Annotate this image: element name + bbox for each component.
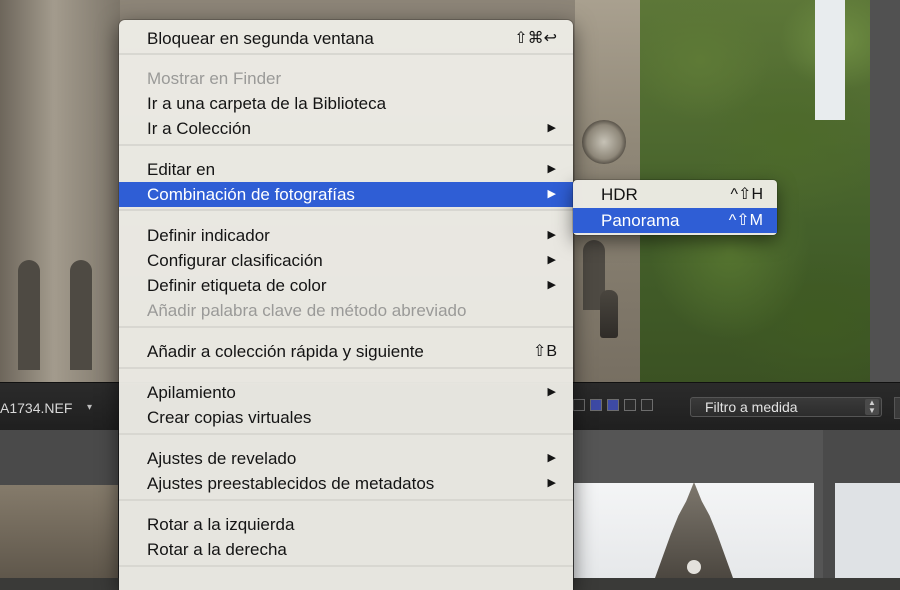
submenu-item-shortcut: ^⇧M — [728, 212, 763, 229]
submenu-item-label: Panorama — [601, 211, 680, 230]
submenu-arrow-icon: ▶ — [547, 279, 556, 291]
menu-item-label: Añadir palabra clave de método abreviado — [147, 301, 467, 320]
color-filter-swatch-blue[interactable] — [590, 399, 602, 411]
submenu-arrow-icon: ▶ — [547, 122, 556, 134]
color-filter-swatch[interactable] — [573, 399, 585, 411]
submenu-arrow-icon: ▶ — [547, 163, 556, 175]
statue — [600, 290, 618, 338]
menu-item-label: Rotar a la derecha — [147, 540, 287, 559]
sky — [815, 0, 845, 120]
menu-item-label: Ir a Colección — [147, 119, 251, 138]
menu-item-label: Añadir a colección rápida y siguiente — [147, 342, 424, 361]
photo-merge-submenu: HDR ^⇧H Panorama ^⇧M — [573, 180, 777, 235]
menu-item-edit-in[interactable]: Editar en ▶ — [119, 157, 573, 182]
chevron-down-icon[interactable]: ▾ — [87, 402, 92, 413]
filmstrip-thumbnail[interactable] — [835, 483, 900, 578]
menu-item-label: Rotar a la izquierda — [147, 515, 295, 534]
clock-face — [687, 560, 701, 574]
menu-separator — [119, 565, 573, 567]
menu-item-go-to-library-folder[interactable]: Ir a una carpeta de la Biblioteca — [119, 91, 573, 116]
menu-item-label: Configurar clasificación — [147, 251, 323, 270]
menu-item-set-color-label[interactable]: Definir etiqueta de color ▶ — [119, 273, 573, 298]
menu-item-lock-second-window[interactable]: Bloquear en segunda ventana ⇧⌘↩ — [119, 26, 573, 51]
menu-item-label: Definir indicador — [147, 226, 270, 245]
submenu-arrow-icon: ▶ — [547, 254, 556, 266]
menu-item-add-to-quick-collection-next[interactable]: Añadir a colección rápida y siguiente ⇧B — [119, 339, 573, 364]
submenu-item-hdr[interactable]: HDR ^⇧H — [573, 182, 777, 207]
submenu-arrow-icon: ▶ — [547, 229, 556, 241]
menu-item-shortcut: ⇧B — [532, 343, 557, 360]
menu-separator — [119, 433, 573, 435]
window-arch — [18, 260, 40, 370]
menu-item-label: Ajustes preestablecidos de metadatos — [147, 474, 435, 493]
submenu-item-shortcut: ^⇧H — [730, 186, 763, 203]
filmstrip-cell[interactable] — [0, 430, 119, 578]
filter-select-label: Filtro a medida — [705, 399, 798, 415]
panel-edge — [870, 0, 900, 382]
filename-label[interactable]: A1734.NEF — [0, 400, 72, 416]
menu-item-label: Combinación de fotografías — [147, 185, 355, 204]
color-filter-swatch[interactable] — [624, 399, 636, 411]
menu-item-label: Mostrar en Finder — [147, 69, 282, 88]
menu-separator — [119, 53, 573, 55]
window-arch — [70, 260, 92, 370]
menu-item-label: Crear copias virtuales — [147, 408, 312, 427]
menu-item-label: Ajustes de revelado — [147, 449, 297, 468]
color-filter-swatch[interactable] — [641, 399, 653, 411]
menu-item-label: Ir a una carpeta de la Biblioteca — [147, 94, 387, 113]
submenu-item-label: HDR — [601, 185, 638, 204]
menu-item-create-virtual-copies[interactable]: Crear copias virtuales — [119, 405, 573, 430]
color-label-filters — [573, 399, 653, 411]
submenu-item-panorama[interactable]: Panorama ^⇧M — [573, 208, 777, 233]
menu-item-stacking[interactable]: Apilamiento ▶ — [119, 380, 573, 405]
menu-item-rotate-right[interactable]: Rotar a la derecha — [119, 537, 573, 562]
filter-select[interactable]: Filtro a medida ▲ ▼ — [690, 397, 882, 417]
menu-item-label: Editar en — [147, 160, 216, 179]
submenu-arrow-icon: ▶ — [547, 477, 556, 489]
updown-arrows-icon: ▲ ▼ — [865, 399, 879, 415]
submenu-arrow-icon: ▶ — [547, 386, 556, 398]
submenu-arrow-icon: ▶ — [547, 188, 556, 200]
menu-item-photo-merge[interactable]: Combinación de fotografías ▶ — [119, 182, 573, 207]
menu-item-rotate-left[interactable]: Rotar a la izquierda — [119, 512, 573, 537]
filmstrip-cell[interactable] — [823, 430, 900, 578]
menu-item-label: Bloquear en segunda ventana — [147, 29, 374, 48]
rose-window — [582, 120, 626, 164]
filmstrip-thumbnail[interactable] — [574, 483, 814, 578]
menu-item-show-in-finder: Mostrar en Finder — [119, 66, 573, 91]
color-filter-swatch-blue[interactable] — [607, 399, 619, 411]
menu-separator — [119, 499, 573, 501]
filmstrip-cell[interactable] — [573, 430, 824, 578]
context-menu: Bloquear en segunda ventana ⇧⌘↩ Mostrar en… — [119, 20, 573, 590]
menu-separator — [119, 209, 573, 211]
submenu-arrow-icon: ▶ — [547, 452, 556, 464]
menu-separator — [119, 144, 573, 146]
menu-item-set-rating[interactable]: Configurar clasificación ▶ — [119, 248, 573, 273]
menu-item-shortcut: ⇧⌘↩ — [514, 30, 557, 47]
menu-item-develop-settings[interactable]: Ajustes de revelado ▶ — [119, 446, 573, 471]
filter-toggle-button[interactable] — [894, 397, 900, 419]
menu-item-label: Apilamiento — [147, 383, 236, 402]
menu-item-label: Definir etiqueta de color — [147, 276, 327, 295]
filmstrip-thumbnail[interactable] — [0, 485, 118, 578]
menu-separator — [119, 326, 573, 328]
menu-item-add-shortcut-keyword: Añadir palabra clave de método abreviado — [119, 298, 573, 323]
menu-item-metadata-presets[interactable]: Ajustes preestablecidos de metadatos ▶ — [119, 471, 573, 496]
menu-item-go-to-collection[interactable]: Ir a Colección ▶ — [119, 116, 573, 141]
menu-item-set-flag[interactable]: Definir indicador ▶ — [119, 223, 573, 248]
menu-separator — [119, 367, 573, 369]
